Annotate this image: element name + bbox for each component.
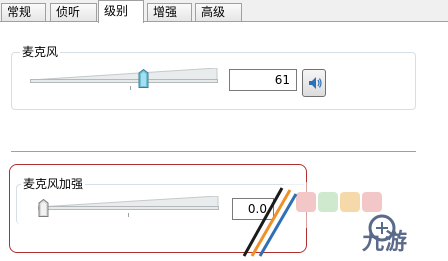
microphone-slider-tick — [130, 86, 131, 90]
tab-baseline — [0, 21, 448, 22]
tab-advanced[interactable]: 高级 — [195, 3, 242, 21]
tab-general[interactable]: 常规 — [1, 3, 46, 21]
microphone-group-title: 麦克风 — [20, 45, 61, 59]
watermark-logo — [242, 182, 446, 257]
watermark-text: 九游 — [362, 229, 409, 255]
microphone-level-value[interactable]: 61 — [229, 69, 297, 91]
mic-boost-slider-thumb[interactable] — [38, 199, 49, 218]
microphone-slider-thumb[interactable] — [138, 69, 149, 89]
speaker-icon — [309, 77, 322, 89]
microphone-mute-button[interactable] — [302, 69, 326, 97]
tab-listen[interactable]: 侦听 — [50, 3, 97, 21]
section-separator — [11, 151, 416, 152]
mic-boost-slider-tick — [128, 213, 129, 217]
mic-boost-slider-track[interactable] — [38, 206, 219, 210]
microphone-slider-ramp — [30, 68, 218, 81]
mic-boost-group-title: 麦克风加强 — [21, 177, 86, 191]
microphone-slider-track[interactable] — [30, 79, 218, 83]
tab-enhancements[interactable]: 增强 — [147, 3, 192, 21]
tab-levels[interactable]: 级别 — [98, 0, 144, 23]
